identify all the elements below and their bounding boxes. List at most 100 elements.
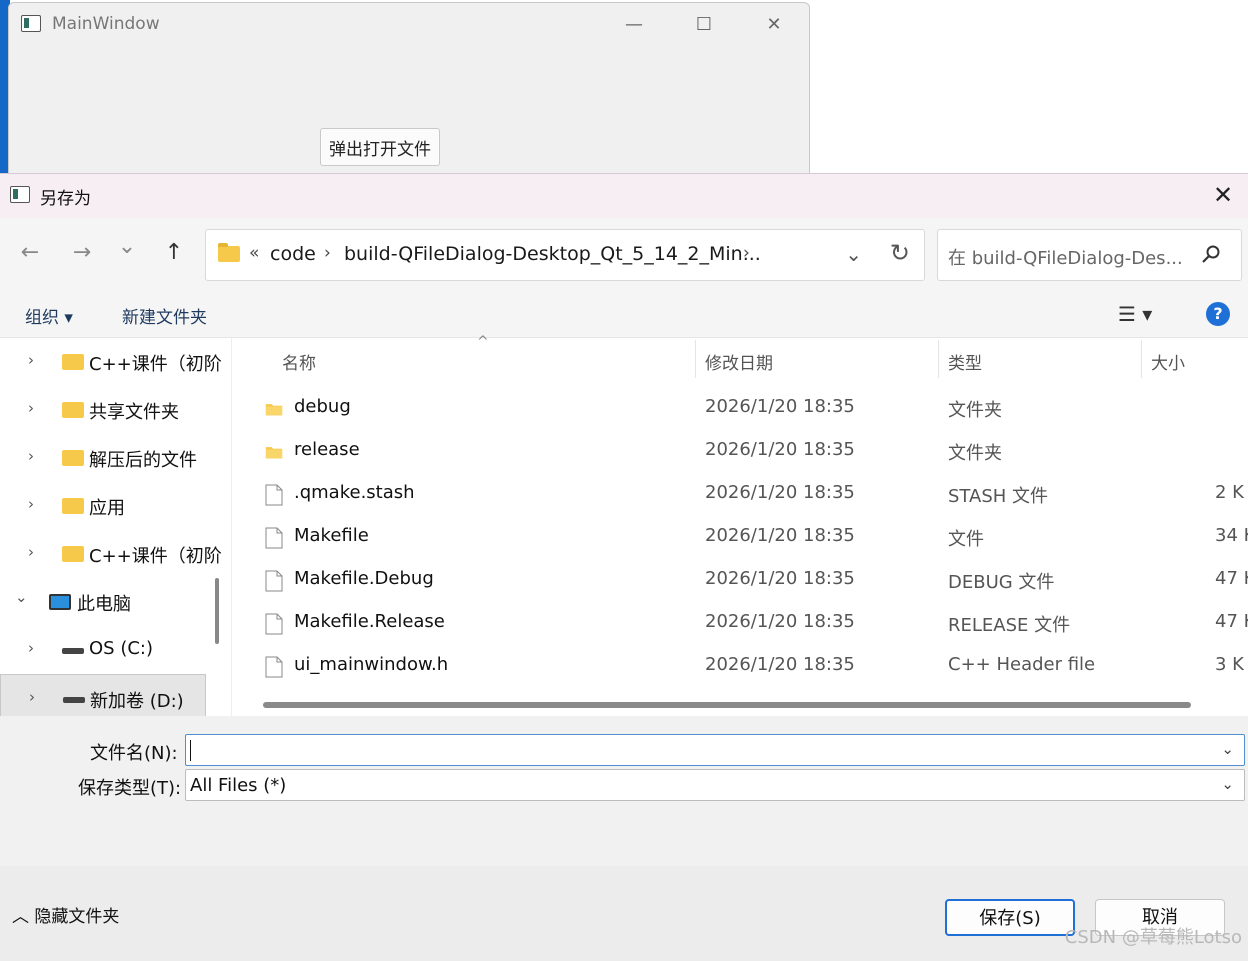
horizontal-scrollbar[interactable] [263, 702, 1191, 708]
open-file-button[interactable]: 弹出打开文件 [320, 128, 440, 166]
file-row[interactable]: debug 2026/1/20 18:35 文件夹 [237, 386, 1248, 429]
dialog-title: 另存为 [40, 189, 91, 209]
filetype-value[interactable]: All Files (*) [190, 775, 286, 796]
file-date: 2026/1/20 18:35 [705, 568, 855, 589]
save-button[interactable]: 保存(S) [945, 899, 1075, 936]
nav-item-this-pc[interactable]: ⌄ 此电脑 [0, 578, 206, 626]
column-header-size[interactable]: 大小 [1151, 349, 1185, 374]
collapse-chevron-icon[interactable]: ⌄ [15, 588, 28, 606]
nav-item-drive-c[interactable]: › OS (C:) [0, 626, 206, 674]
refresh-icon[interactable]: ↻ [890, 239, 910, 267]
up-button[interactable]: ↑ [159, 238, 189, 268]
expand-chevron-icon[interactable]: › [28, 351, 34, 369]
expand-chevron-icon[interactable]: › [28, 447, 34, 465]
nav-item[interactable]: › 共享文件夹 [0, 386, 206, 434]
dialog-footer: ︿ 隐藏文件夹 保存(S) 取消 CSDN @草莓熊Lotso [0, 866, 1248, 961]
nav-item-label: 此电脑 [77, 594, 131, 615]
file-size: 2 K [1215, 482, 1244, 503]
hide-folders-toggle[interactable]: ︿ 隐藏文件夹 [12, 902, 119, 927]
file-type: STASH 文件 [948, 486, 1049, 507]
nav-item-drive-d[interactable]: › 新加卷 (D:) [0, 674, 206, 716]
back-button[interactable]: ← [15, 238, 45, 268]
file-size: 34 K [1215, 525, 1248, 546]
dialog-titlebar: 另存为 ✕ [0, 174, 1248, 218]
file-row[interactable]: release 2026/1/20 18:35 文件夹 [237, 429, 1248, 472]
file-list-header: ^ 名称 修改日期 类型 大小 [237, 334, 1248, 380]
expand-chevron-icon[interactable]: › [28, 495, 34, 513]
column-divider[interactable] [938, 340, 939, 378]
breadcrumb-separator: › [324, 243, 331, 263]
file-row[interactable]: Makefile 2026/1/20 18:35 文件 34 K [237, 515, 1248, 558]
zip-folder-icon [62, 546, 84, 562]
file-name: debug [294, 396, 351, 417]
folder-icon [62, 450, 84, 466]
file-type: 文件 [948, 529, 984, 550]
breadcrumb-overflow[interactable]: « [249, 243, 259, 263]
nav-item-label: C++课件（初阶 [89, 354, 222, 375]
dialog-close-button[interactable]: ✕ [1208, 180, 1238, 210]
file-list: ^ 名称 修改日期 类型 大小 debug 2026/1/20 18:35 文件夹 r… [237, 334, 1248, 716]
file-row[interactable]: .qmake.stash 2026/1/20 18:35 STASH 文件 2 K [237, 472, 1248, 515]
expand-chevron-icon[interactable]: › [28, 639, 34, 657]
search-box[interactable]: 在 build-QFileDialog-Des... [937, 229, 1242, 281]
column-header-name[interactable]: 名称 [282, 349, 316, 374]
address-dropdown-icon[interactable]: ⌄ [845, 242, 862, 266]
recent-locations-button[interactable]: ⌄ [112, 232, 142, 262]
chevron-down-icon[interactable]: ⌄ [1221, 740, 1234, 758]
nav-item[interactable]: › C++课件（初阶 [0, 530, 222, 578]
file-date: 2026/1/20 18:35 [705, 611, 855, 632]
file-name: release [294, 439, 360, 460]
command-toolbar: 组织 ▾ 新建文件夹 ☰ ▾ ? [0, 290, 1248, 338]
nav-item[interactable]: › 解压后的文件 [0, 434, 206, 482]
file-name: Makefile [294, 525, 369, 546]
file-icon [265, 613, 283, 635]
file-row[interactable]: ui_mainwindow.h 2026/1/20 18:35 C++ Header… [237, 644, 1248, 687]
expand-chevron-icon[interactable]: › [28, 399, 34, 417]
breadcrumb-item-code[interactable]: code [270, 243, 316, 265]
file-size: 3 K [1215, 654, 1244, 675]
navpane-scrollbar[interactable] [215, 578, 219, 644]
nav-item[interactable]: › C++课件（初阶 [0, 338, 222, 386]
file-row[interactable]: Makefile.Debug 2026/1/20 18:35 DEBUG 文件 47 … [237, 558, 1248, 601]
nav-item-label: 应用 [89, 498, 125, 519]
file-date: 2026/1/20 18:35 [705, 654, 855, 675]
main-window-titlebar: MainWindow — ☐ ✕ [9, 3, 809, 45]
nav-item-label: 共享文件夹 [89, 402, 179, 423]
expand-chevron-icon[interactable]: › [29, 688, 35, 706]
dialog-app-icon [10, 186, 30, 203]
save-as-dialog: 另存为 ✕ ← → ⌄ ↑ « code › build-QFileDialog… [0, 173, 1248, 961]
file-type: C++ Header file [948, 654, 1096, 675]
column-divider[interactable] [1141, 340, 1142, 378]
filename-input[interactable]: ⌄ [185, 734, 1245, 766]
chevron-down-icon[interactable]: ⌄ [1221, 775, 1234, 793]
address-bar[interactable]: « code › build-QFileDialog-Desktop_Qt_5_… [205, 229, 925, 281]
column-divider[interactable] [695, 340, 696, 378]
filetype-label: 保存类型(T): [78, 778, 182, 799]
nav-item[interactable]: › 应用 [0, 482, 206, 530]
file-name: .qmake.stash [294, 482, 415, 503]
organize-menu[interactable]: 组织 ▾ [25, 303, 73, 328]
new-folder-button[interactable]: 新建文件夹 [122, 303, 207, 328]
file-row[interactable]: Makefile.Release 2026/1/20 18:35 RELEASE 文… [237, 601, 1248, 644]
file-type: 文件夹 [948, 443, 1002, 464]
column-header-date[interactable]: 修改日期 [705, 349, 773, 374]
filetype-select[interactable]: All Files (*) ⌄ [185, 769, 1245, 801]
minimize-button[interactable]: — [611, 11, 657, 39]
file-date: 2026/1/20 18:35 [705, 525, 855, 546]
search-icon[interactable] [1201, 244, 1221, 264]
navigation-pane: › C++课件（初阶 › 共享文件夹 › 解压后的文件 › 应用 › C++课件… [0, 338, 232, 716]
expand-chevron-icon[interactable]: › [28, 543, 34, 561]
view-options-icon[interactable]: ☰ ▾ [1118, 302, 1152, 326]
help-icon[interactable]: ? [1206, 302, 1230, 326]
maximize-button[interactable]: ☐ [681, 11, 727, 39]
navigation-bar: ← → ⌄ ↑ « code › build-QFileDialog-Deskt… [0, 218, 1248, 290]
close-button[interactable]: ✕ [751, 11, 797, 39]
forward-button[interactable]: → [67, 238, 97, 268]
text-caret [190, 740, 191, 761]
folder-icon [265, 404, 283, 416]
breadcrumb-item-build[interactable]: build-QFileDialog-Desktop_Qt_5_14_2_Min.… [344, 243, 761, 265]
nav-item-label: OS (C:) [89, 638, 153, 659]
file-type: DEBUG 文件 [948, 572, 1055, 593]
search-input[interactable]: 在 build-QFileDialog-Des... [948, 244, 1183, 270]
column-header-type[interactable]: 类型 [948, 349, 982, 374]
